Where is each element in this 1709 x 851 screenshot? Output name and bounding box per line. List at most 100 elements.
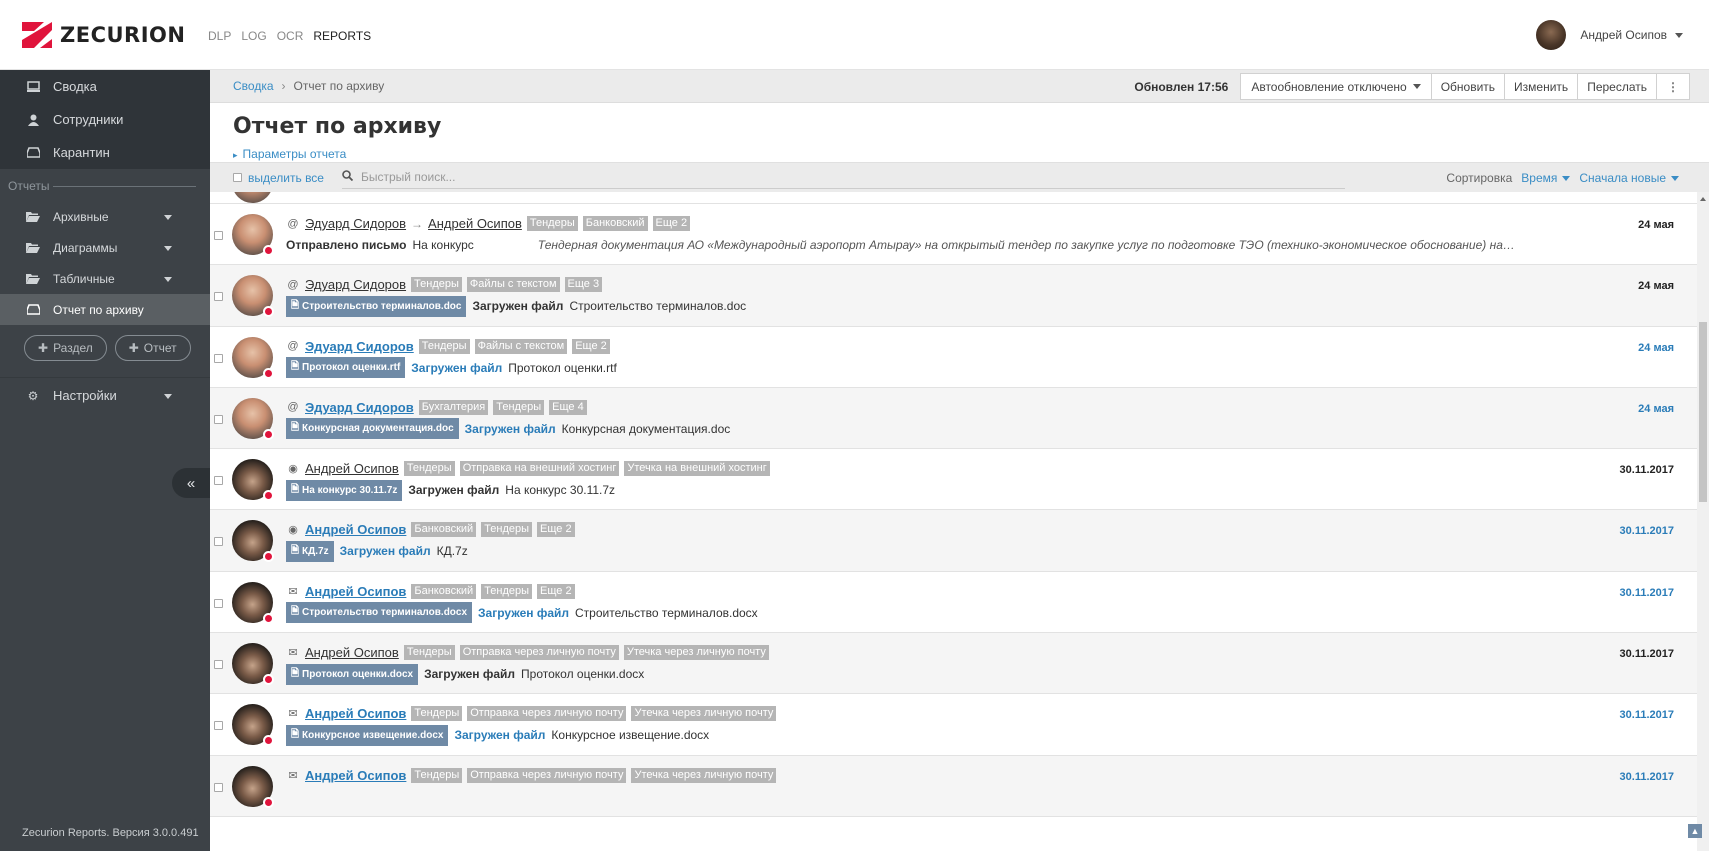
sidebar-item-employees[interactable]: Сотрудники xyxy=(0,103,210,136)
tag-badge[interactable]: Утечка через личную почту xyxy=(631,706,777,722)
tag-badge[interactable]: Банковский xyxy=(582,216,648,231)
select-all-checkbox[interactable] xyxy=(233,173,242,182)
sort-field-dropdown[interactable]: Время xyxy=(1521,171,1571,185)
nav-log[interactable]: LOG xyxy=(241,29,266,43)
sidebar-item-settings[interactable]: ⚙ Настройки xyxy=(0,377,210,413)
sort-order-dropdown[interactable]: Сначала новые xyxy=(1579,171,1679,185)
breadcrumb-home[interactable]: Сводка xyxy=(233,79,274,93)
sender-name[interactable]: Андрей Осипов xyxy=(305,706,406,721)
list-item[interactable]: ✉ Андрей Осипов Банковский Тендеры Еще 2 🗎… xyxy=(210,571,1697,634)
sidebar-item-quarantine[interactable]: Карантин xyxy=(0,136,210,169)
tag-badge[interactable]: Тендеры xyxy=(481,522,533,538)
tag-badge[interactable]: Еще 2 xyxy=(537,522,575,538)
list-item[interactable]: @ Эдуард Сидоров Бухгалтерия Тендеры Еще 4… xyxy=(210,387,1697,450)
tag-badge[interactable]: Отправка через личную почту xyxy=(467,706,627,722)
tag-badge[interactable]: Еще 2 xyxy=(572,338,610,354)
file-chip[interactable]: 🗎 Протокол оценки.docx xyxy=(286,663,419,685)
file-chip[interactable]: 🗎 Конкурсное извещение.docx xyxy=(286,724,449,746)
nav-reports[interactable]: REPORTS xyxy=(313,29,371,43)
row-checkbox[interactable] xyxy=(214,721,223,731)
nav-ocr[interactable]: OCR xyxy=(277,29,304,43)
tag-badge[interactable]: Тендеры xyxy=(481,583,533,599)
row-checkbox[interactable] xyxy=(214,231,223,240)
scroll-to-top-button[interactable]: ▲ xyxy=(1688,824,1702,838)
sender-name[interactable]: Андрей Осипов xyxy=(305,645,399,660)
tag-badge[interactable]: Тендеры xyxy=(493,399,545,415)
row-checkbox[interactable] xyxy=(214,782,223,792)
sender-name[interactable]: Андрей Осипов xyxy=(305,461,399,476)
forward-button[interactable]: Переслать xyxy=(1577,73,1657,100)
add-report-button[interactable]: ✚ Отчет xyxy=(114,335,191,361)
collapse-sidebar-button[interactable]: « xyxy=(172,468,210,498)
report-params-toggle[interactable]: Параметры отчета xyxy=(233,147,347,161)
row-checkbox[interactable] xyxy=(214,353,223,363)
sender-name[interactable]: Эдуард Сидоров xyxy=(305,400,414,415)
more-options-icon[interactable]: ⋮ xyxy=(1656,73,1690,100)
tag-badge[interactable]: Утечка через личную почту xyxy=(631,767,777,783)
list-item[interactable]: ✉ Андрей Осипов Тендеры Отправка через ли… xyxy=(210,694,1697,756)
sender-name[interactable]: Андрей Осипов xyxy=(305,768,406,783)
refresh-button[interactable]: Обновить xyxy=(1430,73,1506,100)
nav-dlp[interactable]: DLP xyxy=(208,29,231,43)
tag-badge[interactable]: Банковский xyxy=(411,522,477,538)
tag-badge[interactable]: Бухгалтерия xyxy=(418,399,489,415)
tag-badge[interactable]: Файлы с текстом xyxy=(474,338,568,354)
list-scrollbar[interactable] xyxy=(1697,192,1709,851)
list-item[interactable]: ◉ Андрей Осипов Банковский Тендеры Еще 2 🗎… xyxy=(210,510,1697,572)
tag-badge[interactable]: Еще 2 xyxy=(652,216,691,231)
tag-badge[interactable]: Файлы с текстом xyxy=(466,277,560,293)
sender-name[interactable]: Эдуард Сидоров xyxy=(305,339,414,354)
select-all-label[interactable]: выделить все xyxy=(248,171,324,185)
sidebar-group-diagrams[interactable]: Диаграммы xyxy=(0,232,210,263)
tag-badge[interactable]: Тендеры xyxy=(403,645,455,661)
tag-badge[interactable]: Еще 2 xyxy=(537,583,575,599)
tag-badge[interactable]: Банковский xyxy=(411,583,477,599)
user-menu[interactable]: Андрей Осипов xyxy=(1536,20,1683,50)
file-chip[interactable]: 🗎 Протокол оценки.rtf xyxy=(286,357,406,379)
autorefresh-dropdown[interactable]: Автообновление отключено xyxy=(1240,73,1432,100)
add-section-button[interactable]: ✚ Раздел xyxy=(24,335,107,361)
tag-badge[interactable]: Тендеры xyxy=(411,767,463,783)
row-checkbox[interactable] xyxy=(214,414,223,424)
list-item[interactable]: ✉ Андрей Осипов Тендеры Отправка через ли… xyxy=(210,755,1697,817)
tag-badge[interactable]: Тендеры xyxy=(411,277,462,293)
edit-button[interactable]: Изменить xyxy=(1504,73,1579,100)
tag-badge[interactable]: Еще 4 xyxy=(549,399,587,415)
zecurion-logo[interactable]: ZECURION xyxy=(22,22,185,48)
row-checkbox[interactable] xyxy=(214,660,223,670)
file-chip[interactable]: 🗎 Конкурсная документация.doc xyxy=(286,418,459,440)
sender-name[interactable]: Эдуард Сидоров xyxy=(305,277,406,292)
file-chip[interactable]: 🗎 КД.7z xyxy=(286,540,334,562)
sidebar-item-summary[interactable]: Сводка xyxy=(0,70,210,103)
sidebar-group-archive[interactable]: Архивные xyxy=(0,201,210,232)
file-chip[interactable]: 🗎 Строительство терминалов.doc xyxy=(286,295,467,317)
list-item[interactable]: ◉ Андрей Осипов Тендеры Отправка на внешн… xyxy=(210,449,1697,511)
row-checkbox[interactable] xyxy=(214,598,223,608)
tag-badge[interactable]: Тендеры xyxy=(403,461,455,477)
tag-badge[interactable]: Тендеры xyxy=(411,706,463,722)
list-item[interactable]: @ Эдуард Сидоров → Андрей Осипов Тендеры Б… xyxy=(210,204,1697,266)
sender-name[interactable]: Эдуард Сидоров xyxy=(305,216,406,231)
tag-badge[interactable]: Отправка на внешний хостинг xyxy=(459,461,620,477)
row-checkbox[interactable] xyxy=(214,537,223,547)
recipient-name[interactable]: Андрей Осипов xyxy=(428,216,522,231)
file-chip[interactable]: 🗎 Строительство терминалов.docx xyxy=(286,602,473,624)
tag-badge[interactable]: Отправка через личную почту xyxy=(459,645,619,661)
scrollbar-thumb[interactable] xyxy=(1699,322,1707,502)
sidebar-group-tables[interactable]: Табличные xyxy=(0,263,210,294)
list-item[interactable]: @ Эдуард Сидоров Тендеры Файлы с текстом Е… xyxy=(210,326,1697,388)
row-checkbox[interactable] xyxy=(214,292,223,302)
search-input[interactable]: Быстрый поиск... xyxy=(341,167,1345,189)
tag-badge[interactable]: Утечка на внешний хостинг xyxy=(624,461,770,477)
list-item[interactable]: @ Эдуард Сидоров Тендеры Файлы с текстом Е… xyxy=(210,265,1697,327)
list-item[interactable]: ✉ Андрей Осипов Тендеры Отправка через ли… xyxy=(210,633,1697,695)
sender-name[interactable]: Андрей Осипов xyxy=(305,522,406,537)
tag-badge[interactable]: Утечка через личную почту xyxy=(623,645,769,661)
row-checkbox[interactable] xyxy=(214,476,223,486)
file-chip[interactable]: 🗎 На конкурс 30.11.7z xyxy=(286,479,403,501)
tag-badge[interactable]: Еще 3 xyxy=(564,277,603,293)
tag-badge[interactable]: Тендеры xyxy=(418,338,470,354)
sidebar-item-archive-report[interactable]: Отчет по архиву xyxy=(0,294,210,325)
tag-badge[interactable]: Отправка через личную почту xyxy=(467,767,627,783)
sender-name[interactable]: Андрей Осипов xyxy=(305,584,406,599)
